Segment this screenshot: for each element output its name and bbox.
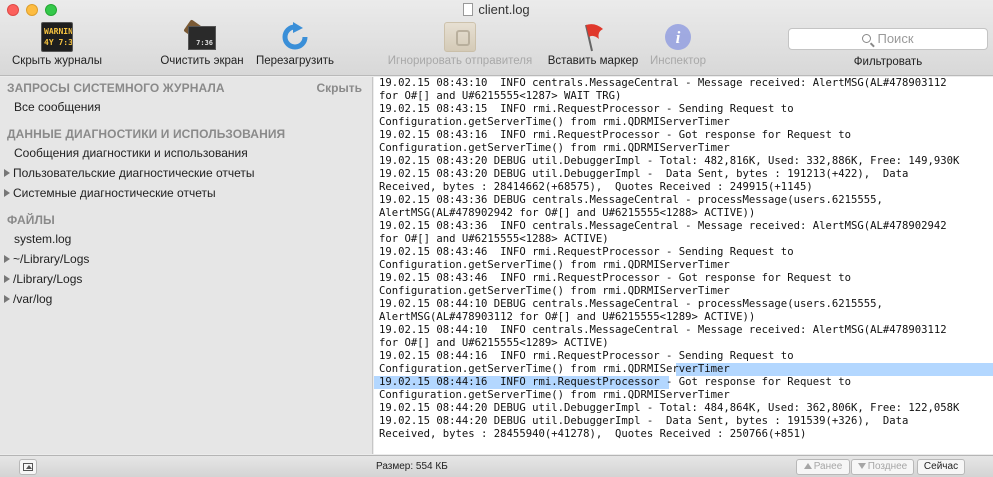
document-icon (463, 3, 474, 16)
filter-label: Фильтровать (853, 56, 923, 68)
log-line: Received, bytes : 28455940(+41278), Quot… (379, 428, 807, 440)
toggle-sidebar-button[interactable] (19, 459, 37, 475)
earlier-label: Ранее (813, 461, 843, 472)
flag-icon (577, 22, 609, 52)
log-line: 19.02.15 08:44:16 INFO rmi.RequestProces… (379, 376, 851, 388)
search-icon (862, 34, 872, 43)
log-line: Configuration.getServerTime() from rmi.Q… (379, 389, 730, 401)
svg-text:i: i (676, 28, 681, 47)
log-line: 19.02.15 08:43:15 INFO rmi.RequestProces… (379, 103, 794, 115)
log-line: 19.02.15 08:43:20 DEBUG util.DebuggerImp… (379, 168, 909, 180)
later-label: Позднее (867, 461, 908, 472)
search-input[interactable]: Поиск (788, 28, 988, 50)
sidebar-item-label: /Library/Logs (13, 272, 83, 286)
log-line: Configuration.getServerTime() from rmi.Q… (379, 259, 730, 271)
disclosure-triangle-icon[interactable] (4, 169, 10, 177)
reload-icon (279, 22, 311, 52)
log-line: 19.02.15 08:43:46 INFO rmi.RequestProces… (379, 246, 794, 258)
log-line: Configuration.getServerTime() from rmi.Q… (379, 142, 730, 154)
now-label: Сейчас (923, 461, 959, 472)
inspector-button[interactable]: i Инспектор (647, 22, 709, 67)
disclosure-triangle-icon[interactable] (4, 189, 10, 197)
toolbar: client.log WARNIN 4Y 7:36 Скрыть журналы… (0, 0, 993, 76)
file-size: Размер: 554 КБ (376, 461, 448, 472)
window-title-text: client.log (478, 2, 530, 17)
sidebar-toggle-icon (23, 463, 33, 471)
insert-marker-button[interactable]: Вставить маркер (545, 22, 641, 67)
info-icon: i (662, 22, 694, 52)
later-button[interactable]: Позднее (851, 459, 914, 475)
disclosure-triangle-icon[interactable] (4, 295, 10, 303)
sidebar-item-all-messages[interactable]: Все сообщения (14, 100, 101, 114)
log-view[interactable]: 19.02.15 08:43:10 INFO centrals.MessageC… (374, 77, 993, 454)
log-line: 19.02.15 08:44:16 INFO rmi.RequestProces… (379, 350, 794, 362)
clear-screen-icon: 7:36 (183, 19, 218, 52)
status-bar: Размер: 554 КБ Ранее Позднее Сейчас (0, 455, 993, 477)
down-arrow-icon (857, 463, 866, 469)
clear-screen-button[interactable]: 7:36 Очистить экран (155, 19, 249, 67)
log-line: for O#[] and U#6215555<1288> ACTIVE) (379, 233, 609, 245)
ignore-sender-label: Игнорировать отправителя (387, 55, 533, 67)
sidebar-item-var-log[interactable]: /var/log (4, 292, 52, 306)
log-line: for O#[] and U#6215555<1287> WAIT TRG) (379, 90, 622, 102)
sidebar-item-system-reports[interactable]: Системные диагностические отчеты (4, 186, 216, 200)
ignore-sender-button[interactable]: Игнорировать отправителя (384, 22, 536, 67)
sidebar-item-user-library-logs[interactable]: ~/Library/Logs (4, 252, 89, 266)
log-line: 19.02.15 08:43:10 INFO centrals.MessageC… (379, 77, 947, 89)
hide-logs-label: Скрыть журналы (11, 55, 102, 67)
inspector-label: Инспектор (649, 55, 707, 67)
log-line: AlertMSG(AL#478902942 for O#[] and U#621… (379, 207, 756, 219)
earlier-button[interactable]: Ранее (796, 459, 850, 475)
hide-logs-button[interactable]: WARNIN 4Y 7:36 Скрыть журналы (8, 22, 106, 67)
log-line: Received, bytes : 28414662(+68575), Quot… (379, 181, 813, 193)
log-line: 19.02.15 08:44:20 DEBUG util.DebuggerImp… (379, 415, 909, 427)
sidebar-item-library-logs[interactable]: /Library/Logs (4, 272, 82, 286)
sidebar-item-diagnostic-messages[interactable]: Сообщения диагностики и использования (14, 146, 248, 160)
clear-screen-icon-text: 7:36 (188, 26, 216, 50)
sidebar-item-label: Системные диагностические отчеты (13, 186, 216, 200)
section-heading-diagnostics: ДАННЫЕ ДИАГНОСТИКИ И ИСПОЛЬЗОВАНИЯ (7, 127, 286, 141)
log-line: 19.02.15 08:43:16 INFO rmi.RequestProces… (379, 129, 851, 141)
reload-button[interactable]: Перезагрузить (252, 22, 338, 67)
log-line: Configuration.getServerTime() from rmi.Q… (379, 363, 730, 375)
log-line: 19.02.15 08:44:10 DEBUG centrals.Message… (379, 298, 883, 310)
disclosure-triangle-icon[interactable] (4, 275, 10, 283)
up-arrow-icon (803, 463, 812, 469)
log-line: AlertMSG(AL#478903112 for O#[] and U#621… (379, 311, 756, 323)
disclosure-triangle-icon[interactable] (4, 255, 10, 263)
console-icon: WARNIN 4Y 7:36 (41, 22, 73, 52)
reload-label: Перезагрузить (255, 55, 335, 67)
window-title: client.log (0, 2, 993, 17)
section-heading-system-queries: ЗАПРОСЫ СИСТЕМНОГО ЖУРНАЛА (7, 81, 225, 95)
ignore-sender-icon (444, 22, 476, 52)
log-line: Configuration.getServerTime() from rmi.Q… (379, 116, 730, 128)
log-line: 19.02.15 08:44:20 DEBUG util.DebuggerImp… (379, 402, 960, 414)
sidebar-item-label: ~/Library/Logs (13, 252, 90, 266)
sidebar: ЗАПРОСЫ СИСТЕМНОГО ЖУРНАЛА Скрыть Все со… (0, 77, 373, 454)
hide-sidebar-button[interactable]: Скрыть (316, 81, 362, 95)
log-line: 19.02.15 08:43:36 INFO centrals.MessageC… (379, 220, 947, 232)
now-button[interactable]: Сейчас (917, 459, 965, 475)
sidebar-item-user-reports[interactable]: Пользовательские диагностические отчеты (4, 166, 255, 180)
log-line: 19.02.15 08:43:20 DEBUG util.DebuggerImp… (379, 155, 960, 167)
sidebar-item-label: /var/log (13, 292, 53, 306)
log-line: 19.02.15 08:43:46 INFO rmi.RequestProces… (379, 272, 851, 284)
log-line: 19.02.15 08:44:10 INFO centrals.MessageC… (379, 324, 947, 336)
search-placeholder: Поиск (877, 31, 914, 46)
sidebar-item-system-log[interactable]: system.log (14, 232, 71, 246)
insert-marker-label: Вставить маркер (547, 55, 639, 67)
sidebar-item-label: Пользовательские диагностические отчеты (13, 166, 255, 180)
log-line: Configuration.getServerTime() from rmi.Q… (379, 285, 730, 297)
section-heading-files: ФАЙЛЫ (7, 213, 55, 227)
log-line: 19.02.15 08:43:36 DEBUG centrals.Message… (379, 194, 883, 206)
clear-screen-label: Очистить экран (160, 55, 244, 67)
log-line: for O#[] and U#6215555<1289> ACTIVE) (379, 337, 609, 349)
